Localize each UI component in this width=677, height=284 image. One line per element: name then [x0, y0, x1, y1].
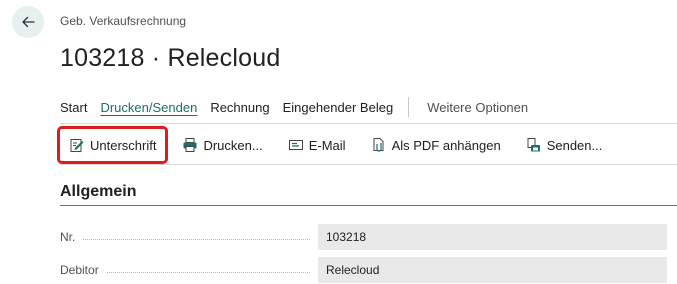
divider	[60, 123, 677, 124]
attach-pdf-label: Als PDF anhängen	[391, 137, 501, 153]
divider	[60, 164, 677, 165]
debitor-field[interactable]: Relecloud	[318, 257, 667, 283]
action-bar: Start Drucken/Senden Rechnung Eingehende…	[60, 95, 528, 119]
leader-dots	[106, 271, 310, 273]
field-row-debitor: Debitor Relecloud	[60, 257, 667, 283]
field-label-nr: Nr.	[60, 230, 318, 244]
signature-icon	[70, 139, 84, 152]
tab-drucken-senden[interactable]: Drucken/Senden	[100, 98, 197, 117]
print-button[interactable]: Drucken...	[174, 130, 270, 160]
back-button[interactable]	[12, 6, 44, 38]
field-label-debitor: Debitor	[60, 263, 318, 277]
arrow-left-icon	[22, 16, 35, 28]
send-icon	[527, 138, 540, 152]
pdf-attach-icon	[373, 138, 384, 152]
section-title[interactable]: Allgemein	[60, 183, 136, 201]
field-label-text: Nr.	[60, 230, 76, 244]
toolbar: Unterschrift Drucken... E-Mail Als PDF a…	[57, 126, 619, 164]
leader-dots	[83, 238, 310, 240]
tab-eingehender-beleg[interactable]: Eingehender Beleg	[283, 98, 394, 117]
email-icon	[288, 140, 303, 150]
signature-button[interactable]: Unterschrift	[57, 126, 169, 164]
field-row-nr: Nr. 103218	[60, 224, 667, 250]
tab-start[interactable]: Start	[60, 98, 87, 117]
send-button[interactable]: Senden...	[518, 130, 611, 160]
breadcrumb: Geb. Verkaufsrechnung	[60, 14, 187, 28]
nr-field[interactable]: 103218	[318, 224, 667, 250]
printer-icon	[183, 138, 197, 152]
field-label-text: Debitor	[60, 263, 99, 277]
email-button[interactable]: E-Mail	[280, 130, 354, 160]
more-options-button[interactable]: Weitere Optionen	[427, 100, 528, 115]
section-rule	[60, 205, 677, 206]
print-label: Drucken...	[203, 137, 263, 153]
actionbar-separator	[408, 97, 410, 117]
attach-pdf-button[interactable]: Als PDF anhängen	[363, 130, 509, 160]
tab-rechnung[interactable]: Rechnung	[210, 98, 269, 117]
email-label: E-Mail	[308, 137, 346, 153]
signature-label: Unterschrift	[90, 137, 157, 153]
send-label: Senden...	[546, 137, 603, 153]
page-title: 103218 · Relecloud	[60, 44, 281, 72]
